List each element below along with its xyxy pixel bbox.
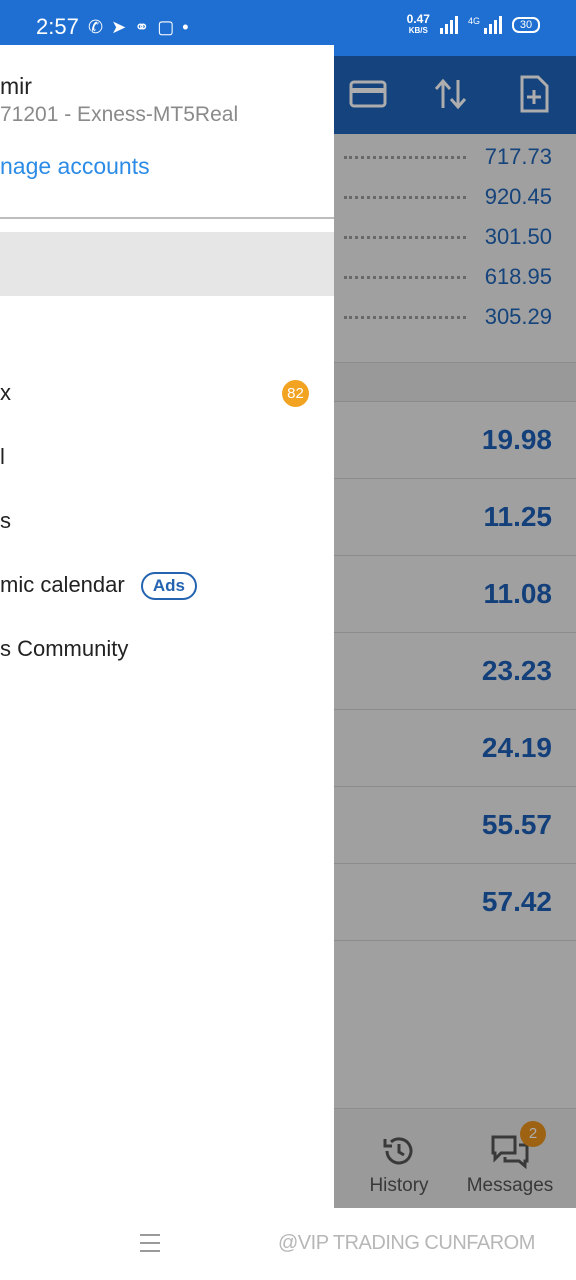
- account-name: mir: [0, 73, 32, 99]
- more-notifications-icon: •: [182, 17, 189, 37]
- drawer-menu: x 82 l s mic calendar Ads s Community: [0, 360, 334, 680]
- drawer-item-journal[interactable]: l: [0, 424, 334, 488]
- status-time: 2:57: [36, 14, 79, 39]
- drawer-item-label: s: [0, 508, 11, 533]
- account-number: 71201 - Exness-MT5Real: [0, 103, 239, 126]
- ads-badge: Ads: [140, 572, 197, 601]
- wifi-signal-icon: [439, 16, 458, 34]
- drawer-item-label: x: [0, 380, 11, 405]
- divider: [0, 217, 334, 219]
- mailbox-count-badge: 82: [282, 380, 309, 407]
- drawer-item-community[interactable]: s Community: [0, 616, 334, 680]
- telegram-icon: ➤: [111, 17, 127, 37]
- manage-accounts-link[interactable]: nage accounts: [0, 153, 150, 180]
- net-speed: 0.47 KB/S: [406, 12, 430, 35]
- drawer-item-settings[interactable]: s: [0, 488, 334, 552]
- watermark: @VIP TRADING CUNFAROM: [278, 1232, 535, 1254]
- drawer-item-label: l: [0, 444, 5, 469]
- drawer-item-economic-calendar[interactable]: mic calendar Ads: [0, 552, 334, 616]
- drawer-item-label: s Community: [0, 636, 129, 661]
- whatsapp-icon: ✆: [88, 17, 104, 37]
- drawer-item-mailbox[interactable]: x 82: [0, 360, 334, 424]
- cell-signal-icon: 4G: [468, 16, 502, 34]
- drawer-item-selected[interactable]: [0, 232, 334, 296]
- system-nav-bar: @VIP TRADING CUNFAROM: [0, 1208, 576, 1280]
- battery-icon: 30: [512, 17, 540, 33]
- app-icon: ▢: [157, 17, 175, 37]
- navigation-drawer: mir 71201 - Exness-MT5Real nage accounts…: [0, 45, 334, 1208]
- notification-icons: ✆ ➤ ⚭ ▢ •: [88, 16, 189, 38]
- recent-apps-icon[interactable]: [140, 1234, 160, 1258]
- messenger-icon: ⚭: [134, 17, 150, 37]
- drawer-item-label: mic calendar: [0, 572, 125, 597]
